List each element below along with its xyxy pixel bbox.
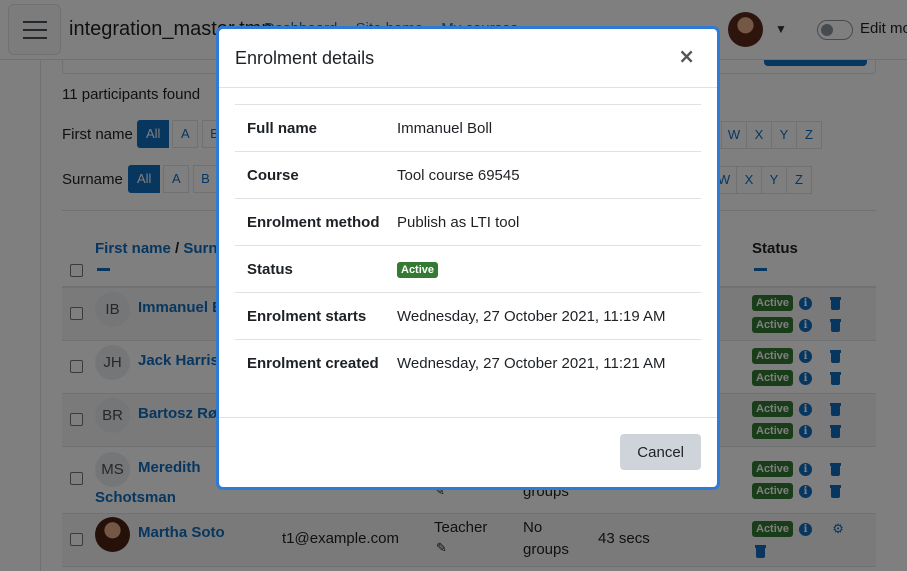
detail-label: Full name bbox=[247, 119, 318, 137]
status-badge: Active bbox=[397, 262, 439, 278]
detail-value: Active bbox=[397, 260, 701, 278]
detail-value: Publish as LTI tool bbox=[397, 213, 520, 231]
detail-row-enrolment-method: Enrolment method Publish as LTI tool bbox=[235, 199, 701, 246]
modal-footer: Cancel bbox=[219, 417, 717, 487]
detail-value: Wednesday, 27 October 2021, 11:19 AM bbox=[397, 307, 666, 325]
detail-value: Immanuel Boll bbox=[397, 119, 493, 137]
detail-row-enrolment-starts: Enrolment starts Wednesday, 27 October 2… bbox=[235, 293, 701, 340]
detail-label: Enrolment created bbox=[247, 355, 379, 372]
detail-row-enrolment-created: Enrolment created Wednesday, 27 October … bbox=[235, 340, 701, 387]
modal-title: Enrolment details bbox=[235, 48, 375, 68]
detail-row-course: Course Tool course 69545 bbox=[235, 152, 701, 199]
detail-label: Course bbox=[247, 166, 299, 184]
modal-header: Enrolment details × bbox=[219, 29, 717, 88]
enrolment-details-dialog: Enrolment details × Full name Immanuel B… bbox=[219, 29, 717, 487]
detail-label: Enrolment starts bbox=[247, 307, 367, 325]
cancel-button[interactable]: Cancel bbox=[620, 434, 701, 470]
close-icon[interactable]: × bbox=[672, 45, 701, 67]
detail-value: Wednesday, 27 October 2021, 11:21 AM bbox=[397, 355, 666, 372]
detail-label: Status bbox=[247, 260, 293, 278]
detail-label: Enrolment method bbox=[247, 213, 380, 231]
detail-value: Tool course 69545 bbox=[397, 166, 520, 184]
enrolment-details-table: Full name Immanuel Boll Course Tool cour… bbox=[235, 104, 701, 387]
detail-row-full-name: Full name Immanuel Boll bbox=[235, 105, 701, 152]
detail-row-status: Status Active bbox=[235, 246, 701, 293]
